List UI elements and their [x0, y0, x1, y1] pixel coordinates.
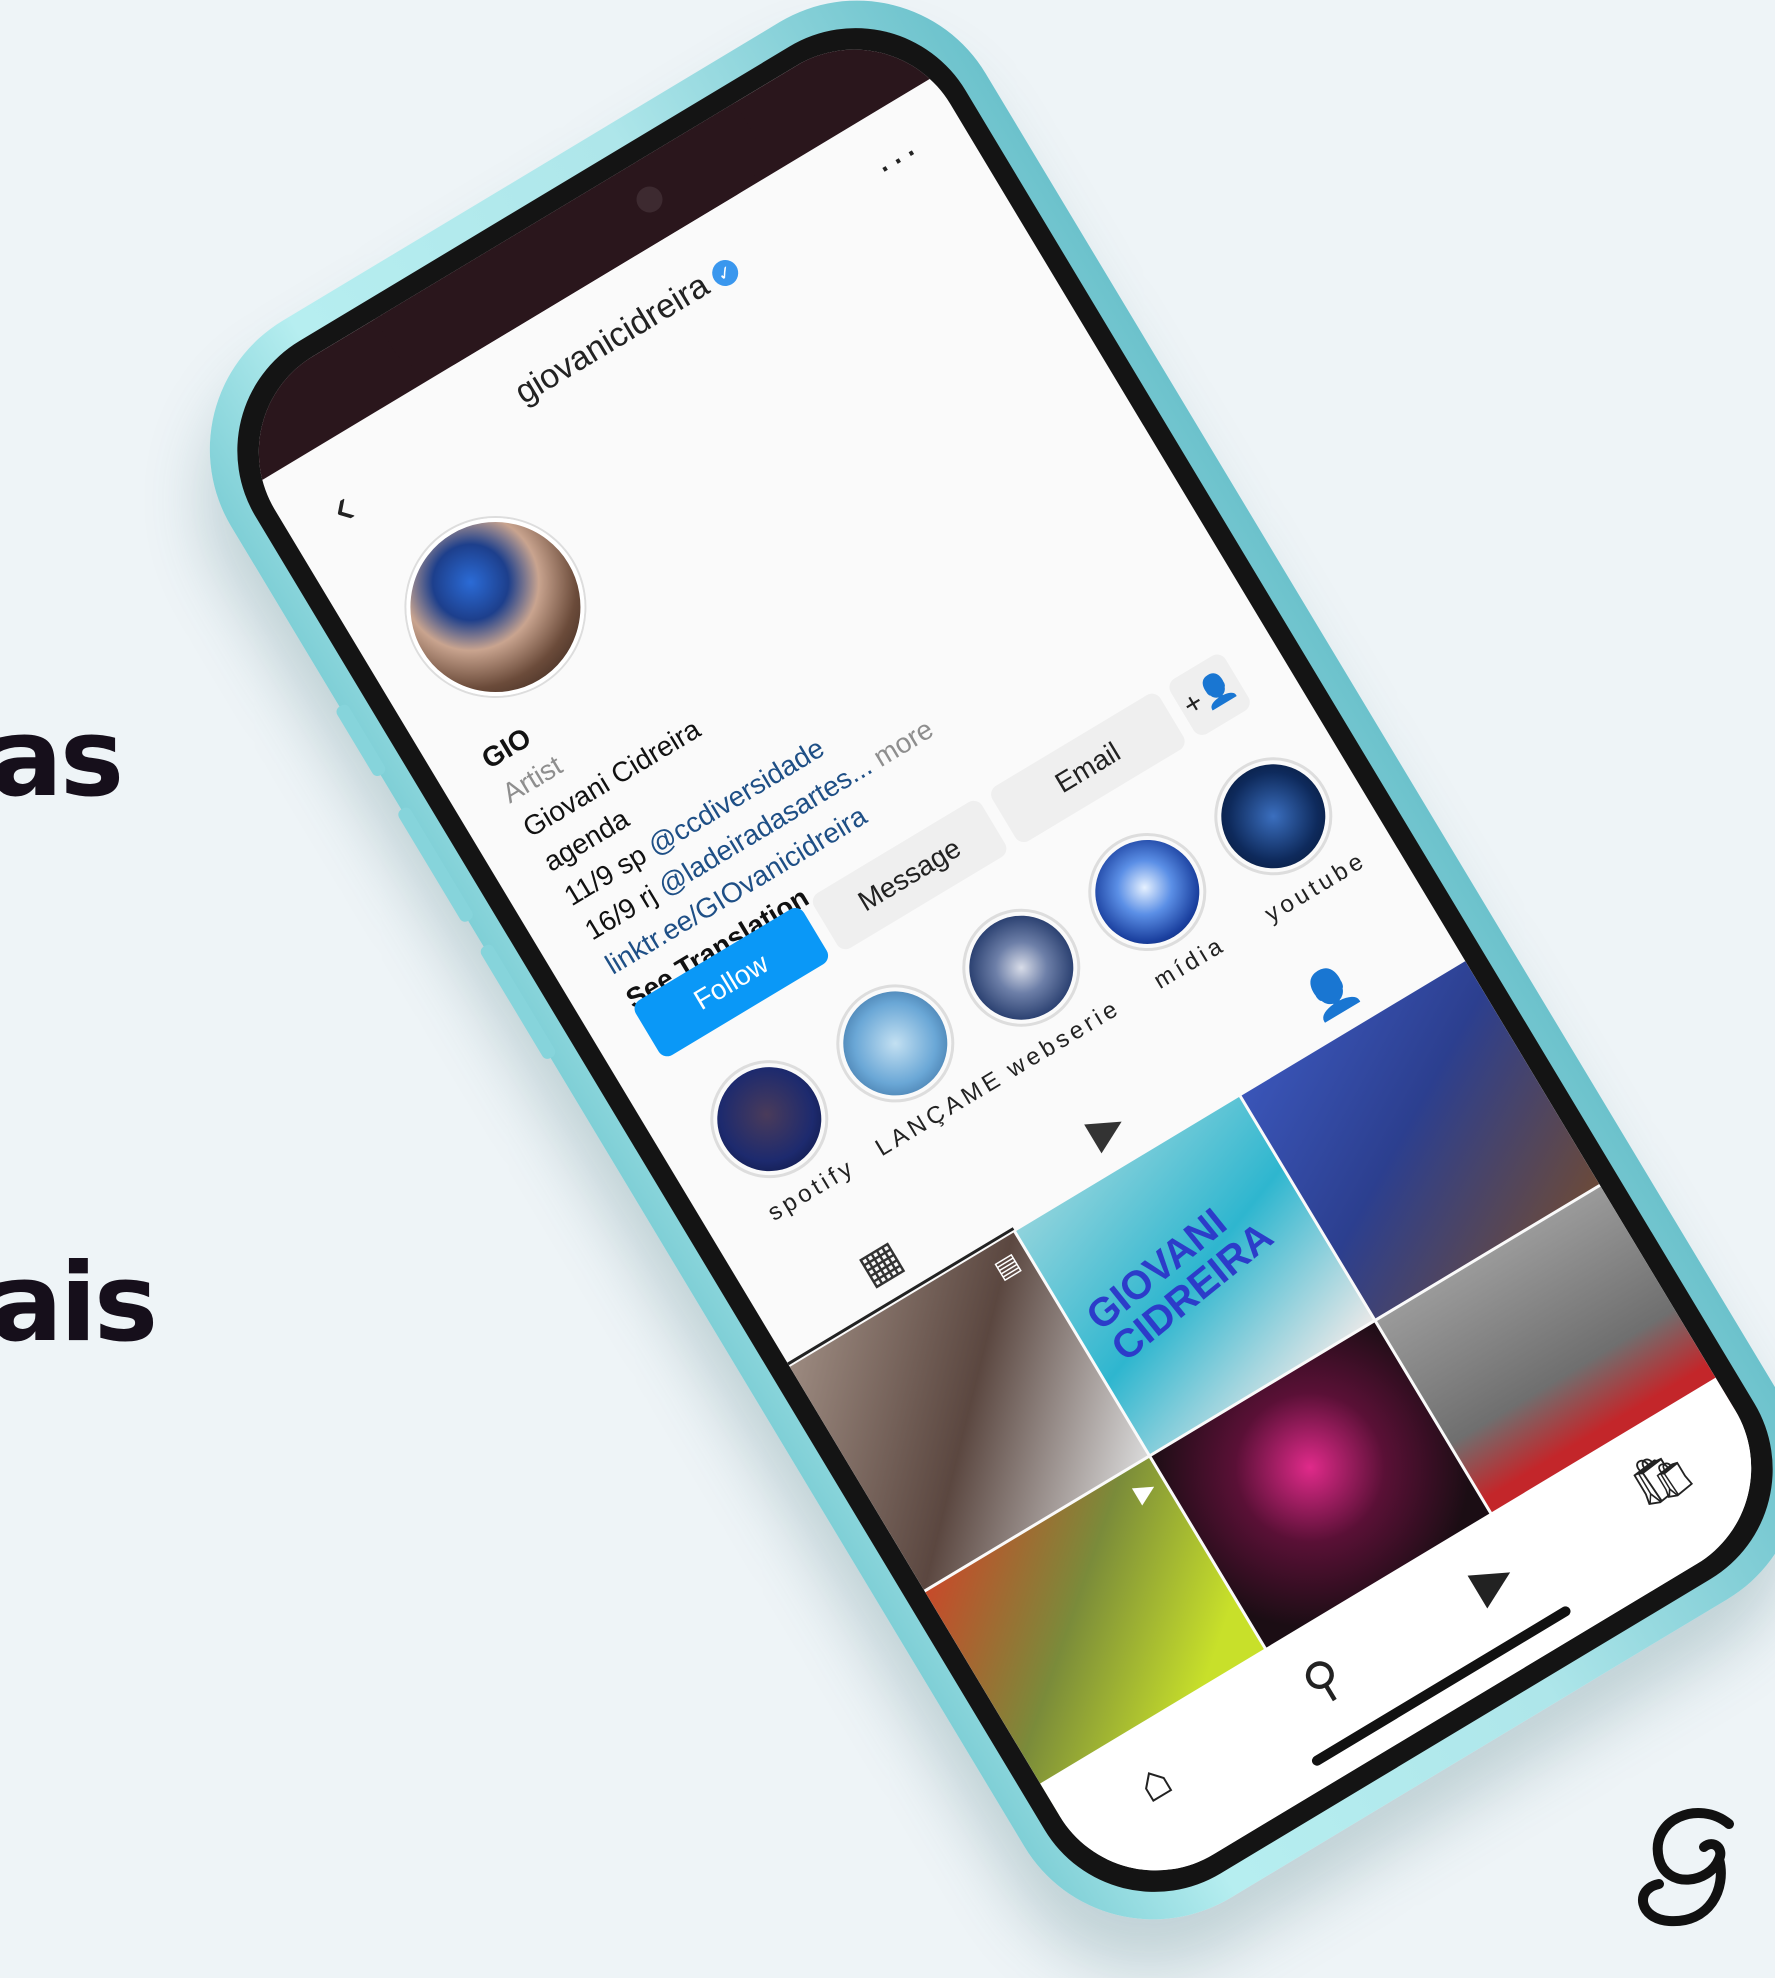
post-title-text: GIOVANI CIDREIRA: [1077, 1200, 1282, 1371]
verified-badge-icon: ✓: [707, 255, 743, 292]
grid-icon: ▦: [850, 1231, 911, 1295]
brand-logo: [1638, 1808, 1734, 1927]
carousel-icon: ▤: [988, 1246, 1026, 1285]
reel-icon: ▶: [1128, 1471, 1161, 1508]
tagged-icon: 👤: [1294, 957, 1367, 1028]
side-heading-line-1: as: [0, 696, 124, 821]
reels-icon: ▶: [1078, 1097, 1133, 1158]
camera-dot: [631, 181, 668, 218]
side-heading-line-2: ais: [0, 1241, 158, 1366]
app-screen: ‹ giovanicidreira✓ ··· GIO Artist Giovan…: [217, 7, 1775, 1913]
phone-device: ‹ giovanicidreira✓ ··· GIO Artist Giovan…: [154, 0, 1775, 1976]
